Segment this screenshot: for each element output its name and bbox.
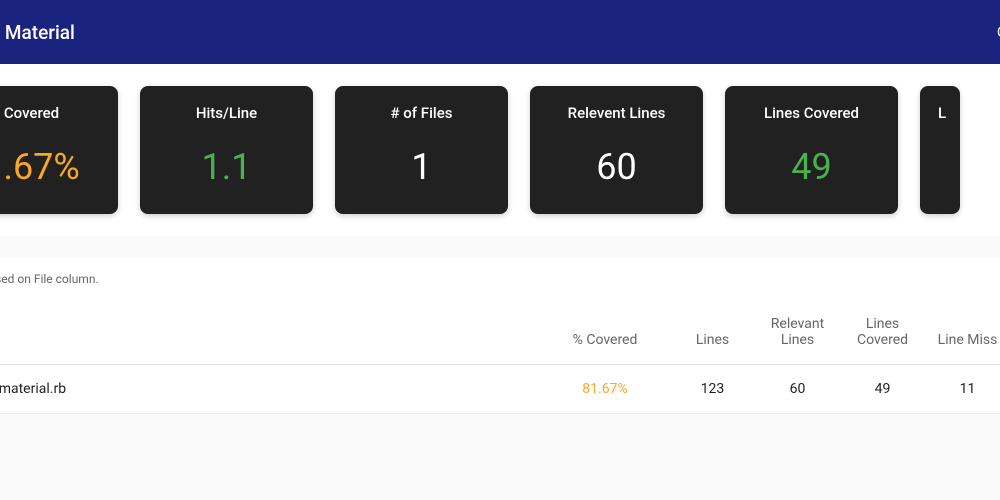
card-relevant-lines: Relevent Lines 60	[530, 86, 703, 214]
col-header-relevant[interactable]: Relevant Lines	[755, 300, 840, 365]
card-value: 60	[540, 146, 693, 188]
card-label: Lines Covered	[735, 104, 888, 122]
cell-missed: 11	[925, 365, 1000, 414]
card-label: Hits/Line	[150, 104, 303, 122]
col-header-covered[interactable]: Lines Covered	[840, 300, 925, 365]
card-label: # of Files	[345, 104, 498, 122]
cell-file: lecov-material.rb	[0, 365, 540, 414]
card-hits-line: Hits/Line 1.1	[140, 86, 313, 214]
card-value: 1.67%	[0, 146, 108, 188]
card-partial: L	[920, 86, 960, 214]
summary-cards-row: Covered 1.67% Hits/Line 1.1 # of Files 1…	[0, 64, 1000, 236]
search-hint: rch based on File column.	[0, 258, 1000, 300]
cell-covered: 49	[840, 365, 925, 414]
table-row[interactable]: lecov-material.rb 81.67% 123 60 49 11	[0, 365, 1000, 414]
cell-pct: 81.67%	[540, 365, 670, 414]
card-label: Covered	[0, 104, 108, 122]
col-header-missed[interactable]: Line Miss	[925, 300, 1000, 365]
col-header-pct[interactable]: % Covered	[540, 300, 670, 365]
files-table: % Covered Lines Relevant Lines Lines Cov…	[0, 300, 1000, 414]
cell-lines: 123	[670, 365, 755, 414]
card-lines-covered: Lines Covered 49	[725, 86, 898, 214]
card-value: 49	[735, 146, 888, 188]
card-num-files: # of Files 1	[335, 86, 508, 214]
card-value: 1	[345, 146, 498, 188]
col-header-lines[interactable]: Lines	[670, 300, 755, 365]
cell-relevant: 60	[755, 365, 840, 414]
card-label: L	[938, 104, 950, 122]
files-section: rch based on File column. % Covered Line…	[0, 258, 1000, 414]
table-header-row: % Covered Lines Relevant Lines Lines Cov…	[0, 300, 1000, 365]
card-value: 1.1	[150, 146, 303, 188]
app-header: ecov Material Ge	[0, 0, 1000, 64]
col-header-file[interactable]	[0, 300, 540, 365]
card-label: Relevent Lines	[540, 104, 693, 122]
card-covered: Covered 1.67%	[0, 86, 118, 214]
app-title: ecov Material	[0, 21, 75, 44]
